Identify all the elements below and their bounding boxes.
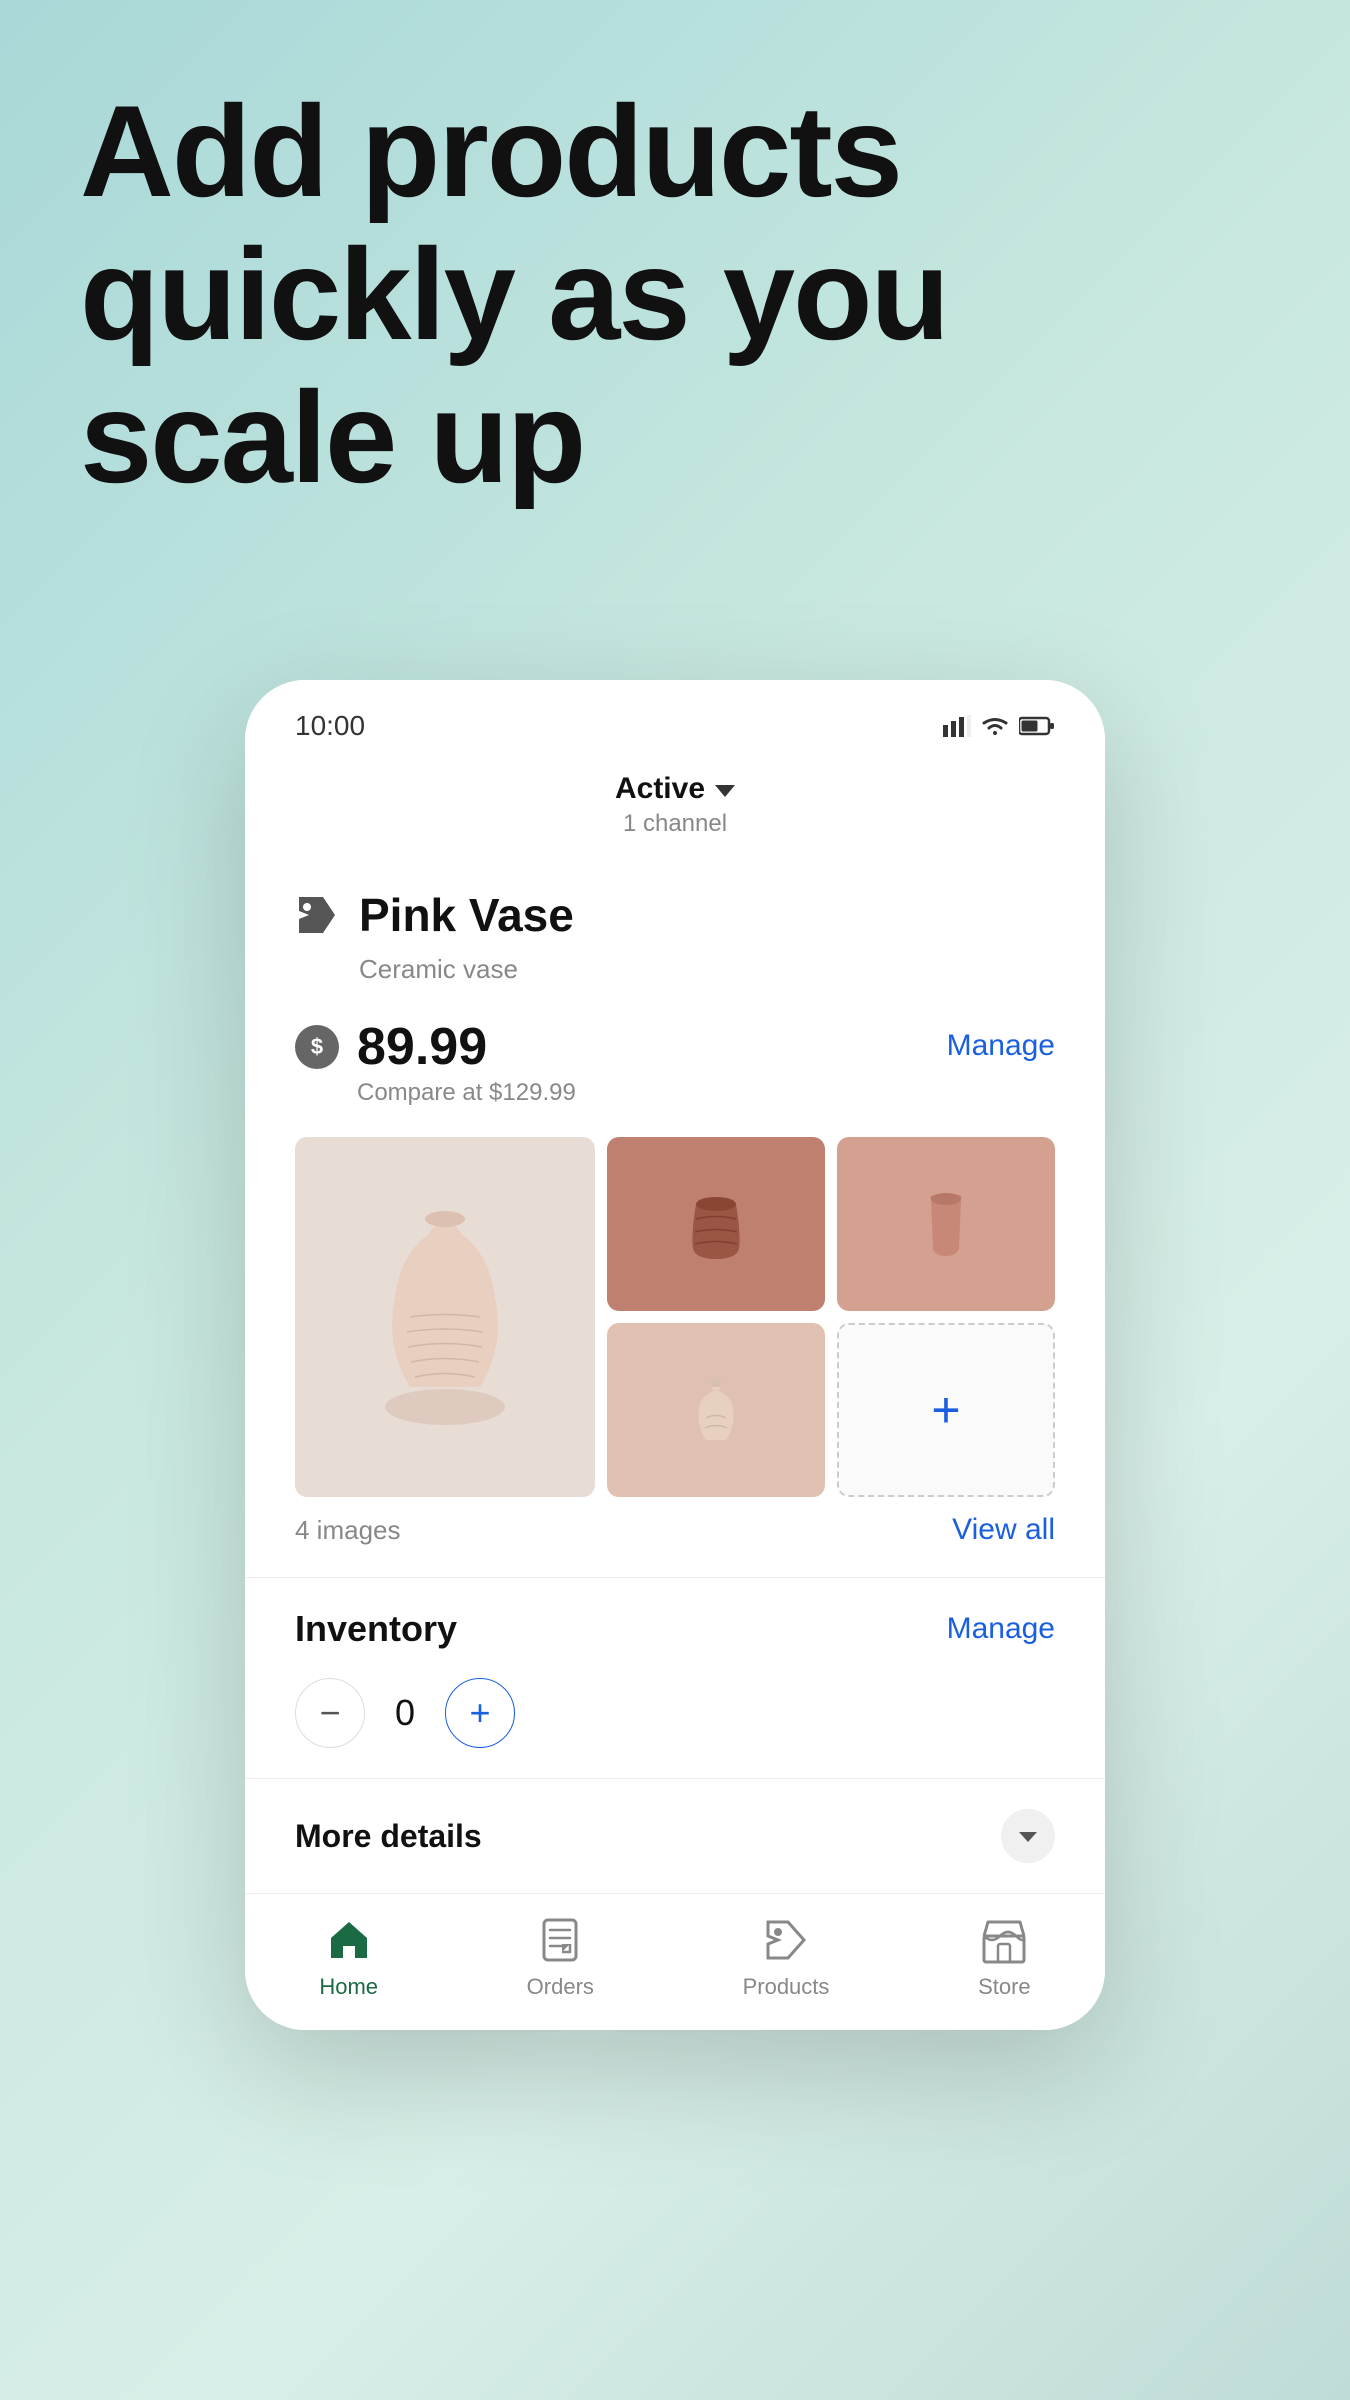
channel-count: 1 channel (295, 810, 1055, 838)
nav-item-store[interactable]: Store (978, 1914, 1031, 2000)
more-details-label: More details (295, 1818, 482, 1855)
status-time: 10:00 (295, 710, 365, 742)
images-footer: 4 images View all (295, 1513, 1055, 1547)
more-details-bar[interactable]: More details (245, 1778, 1105, 1893)
quantity-decrease-button[interactable]: − (295, 1678, 365, 1748)
bottom-navigation: Home Orders Products (245, 1893, 1105, 2030)
quantity-control: − 0 + (295, 1678, 1055, 1748)
tag-icon (295, 893, 339, 937)
vase-svg (355, 1187, 535, 1447)
inventory-title: Inventory (295, 1608, 457, 1650)
product-title-row: Pink Vase (295, 888, 1055, 942)
status-bar: 10:00 (245, 680, 1105, 752)
product-subtitle: Ceramic vase (359, 954, 1055, 985)
add-image-button[interactable]: + (837, 1323, 1055, 1497)
quantity-increase-button[interactable]: + (445, 1678, 515, 1748)
store-icon (978, 1914, 1030, 1966)
nav-label-orders: Orders (527, 1974, 594, 2000)
inventory-manage-button[interactable]: Manage (947, 1612, 1055, 1646)
nav-label-home: Home (319, 1974, 378, 2000)
nav-item-products[interactable]: Products (743, 1914, 830, 2000)
inventory-section: Inventory Manage − 0 + (295, 1578, 1055, 1778)
active-label: Active (615, 772, 705, 806)
thumbnail-1[interactable] (607, 1137, 825, 1311)
price-info: 89.99 Compare at $129.99 (357, 1021, 576, 1107)
nav-item-orders[interactable]: Orders (527, 1914, 594, 2000)
nav-label-store: Store (978, 1974, 1031, 2000)
app-header: Active 1 channel (245, 752, 1105, 868)
main-product-image[interactable] (295, 1137, 595, 1497)
thumbnail-2[interactable] (837, 1137, 1055, 1311)
signal-icon (943, 715, 971, 737)
more-details-toggle[interactable] (1001, 1809, 1055, 1863)
orders-icon (534, 1914, 586, 1966)
chevron-down-icon (1019, 1832, 1037, 1842)
thumb2-svg (911, 1184, 981, 1264)
active-status-row[interactable]: Active (295, 772, 1055, 806)
images-grid: + (295, 1137, 1055, 1497)
price-row: $ 89.99 Compare at $129.99 Manage (295, 1021, 1055, 1107)
product-content: Pink Vase Ceramic vase $ 89.99 Compare a… (245, 868, 1105, 1778)
price-value: 89.99 (357, 1021, 576, 1073)
nav-item-home[interactable]: Home (319, 1914, 378, 2000)
thumb3-svg (681, 1370, 751, 1450)
phone-mockup: 10:00 Active (245, 680, 1105, 2030)
compare-price: Compare at $129.99 (357, 1079, 576, 1107)
hero-section: Add products quickly as you scale up (80, 80, 1270, 509)
images-section: + 4 images View all (295, 1137, 1055, 1547)
battery-icon (1019, 716, 1055, 736)
wifi-icon (979, 715, 1011, 737)
products-icon (760, 1914, 812, 1966)
quantity-value: 0 (385, 1692, 425, 1734)
status-icons (943, 715, 1055, 737)
dollar-icon: $ (295, 1025, 339, 1069)
thumbnail-3[interactable] (607, 1323, 825, 1497)
hero-title: Add products quickly as you scale up (80, 80, 1270, 509)
price-left: $ 89.99 Compare at $129.99 (295, 1021, 576, 1107)
price-manage-button[interactable]: Manage (947, 1029, 1055, 1063)
add-image-plus-icon: + (931, 1381, 960, 1439)
nav-label-products: Products (743, 1974, 830, 2000)
chevron-down-icon[interactable] (715, 785, 735, 797)
product-name: Pink Vase (359, 888, 574, 942)
thumb1-svg (681, 1184, 751, 1264)
images-count: 4 images (295, 1515, 401, 1546)
inventory-header: Inventory Manage (295, 1608, 1055, 1650)
view-all-button[interactable]: View all (952, 1513, 1055, 1547)
home-icon (323, 1914, 375, 1966)
